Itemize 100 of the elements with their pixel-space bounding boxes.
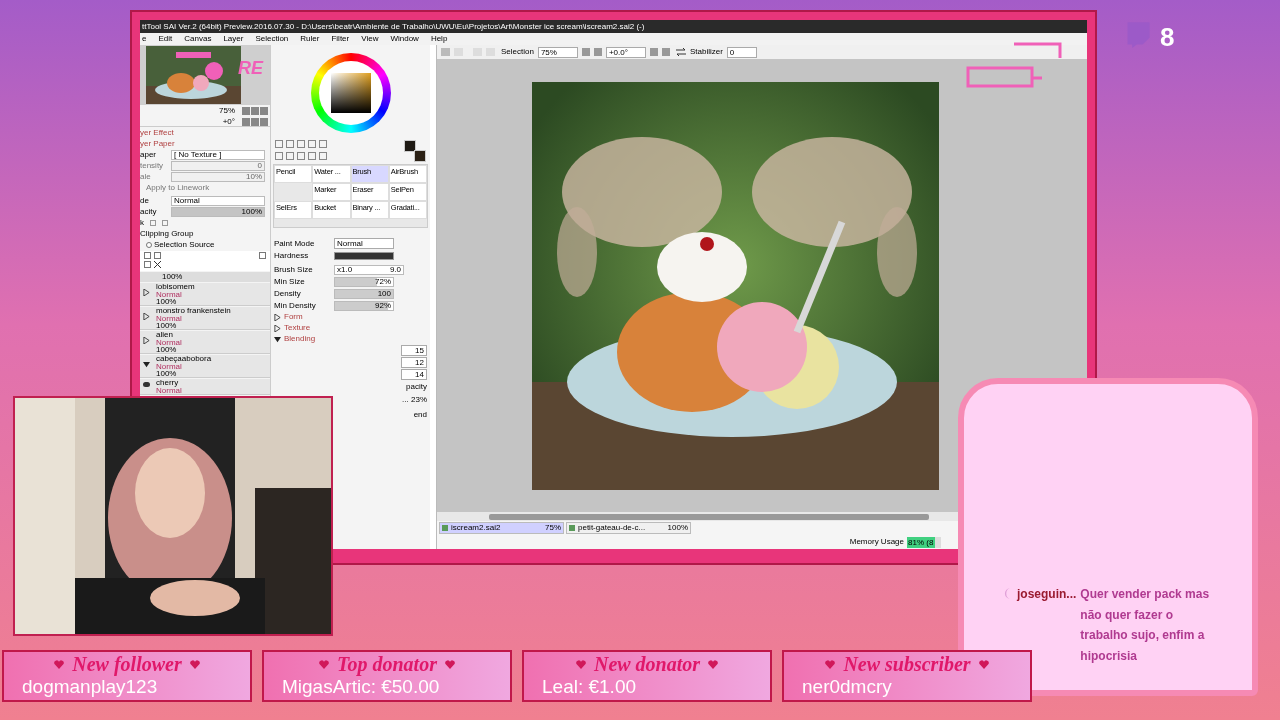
expand-arrow-icon[interactable] xyxy=(274,313,281,321)
memory-meter: 81% (8 xyxy=(907,536,941,548)
layer-mode: Normal xyxy=(156,290,183,298)
zoom-in-button[interactable] xyxy=(593,48,602,56)
alert-title: Top donator xyxy=(337,654,437,674)
stabilizer-dropdown[interactable]: 0 xyxy=(726,46,757,58)
heart-icon xyxy=(444,659,455,669)
zoom-dropdown[interactable]: 75% xyxy=(537,46,578,58)
zoom-out-button[interactable] xyxy=(581,48,590,56)
hardness-selector[interactable] xyxy=(334,251,394,260)
menu-item[interactable]: Selection xyxy=(255,33,289,45)
opacity-value: ... 23% xyxy=(402,394,427,406)
field-label: ale xyxy=(140,171,152,183)
heart-icon xyxy=(708,659,719,669)
menu-item[interactable]: e xyxy=(142,33,147,45)
layer-opacity: 100% xyxy=(156,298,178,305)
value-field[interactable]: 12 xyxy=(401,357,427,368)
section-header[interactable]: Blending xyxy=(284,333,316,345)
section-header[interactable]: Texture xyxy=(284,322,311,334)
field[interactable]: [ No Texture ] xyxy=(171,150,265,160)
window-title: ttTool SAI Ver.2 (64bit) Preview.2016.07.30 - D:\Users\beatr\Ambiente de Trabalho\UWU\Eu\Projetos\Art\Monster ice scream\iscream2.sai2 (-) xyxy=(140,20,1087,33)
slider[interactable]: 92% xyxy=(334,300,394,311)
alert-value: dogmanplay123 xyxy=(22,676,159,698)
alert-value: Leal: €1.00 xyxy=(542,676,638,698)
selection-source-radio[interactable]: Selection Source xyxy=(140,240,270,250)
section-header[interactable]: yer Effect xyxy=(140,128,270,138)
heart-icon xyxy=(978,659,989,669)
field-label: pacity xyxy=(406,381,427,393)
field-label: aper xyxy=(140,149,157,161)
brush-size-field[interactable]: x1.0 9.0 xyxy=(334,264,404,275)
alert-title: New subscriber xyxy=(843,654,971,674)
heart-icon xyxy=(319,659,330,669)
memory-usage-label: Memory Usage xyxy=(849,536,904,548)
layer-name: cabeçaabobora xyxy=(156,355,212,363)
menu-item[interactable]: Ruler xyxy=(300,33,320,45)
alert-title: New donator xyxy=(593,654,701,674)
heart-icon xyxy=(54,659,65,669)
value-field[interactable]: 15 xyxy=(401,345,427,356)
field-label: Paint Mode xyxy=(274,237,316,250)
menu-item[interactable]: Window xyxy=(390,33,419,45)
primary-color-swatch[interactable] xyxy=(404,140,416,152)
angle-value: +0° xyxy=(222,115,235,128)
field-label: end xyxy=(413,409,427,421)
heart-icon xyxy=(189,659,200,669)
slider[interactable]: 72% xyxy=(334,276,394,287)
menu-item[interactable]: Canvas xyxy=(184,33,212,45)
eye-icon[interactable] xyxy=(143,382,150,387)
expand-arrow-icon[interactable] xyxy=(143,313,150,320)
field-label: acity xyxy=(140,206,158,218)
field-label: Density xyxy=(274,287,302,300)
lock-label: k xyxy=(140,217,144,229)
opacity-slider[interactable]: 100% xyxy=(171,207,265,217)
paint-mode-dropdown[interactable]: Normal xyxy=(334,238,394,249)
section-header[interactable]: Form xyxy=(284,311,303,323)
menu-item[interactable]: Edit xyxy=(158,33,173,45)
layer-opacity: 100% xyxy=(156,370,178,377)
document-tab[interactable]: petit-gateau-de-c... 100% xyxy=(566,522,691,534)
field-label: Brush Size xyxy=(274,263,314,276)
scrollbar-thumb[interactable] xyxy=(489,513,929,520)
secondary-color-swatch[interactable] xyxy=(414,150,426,162)
expand-arrow-icon[interactable] xyxy=(143,289,150,296)
menu-item[interactable]: Help xyxy=(430,33,448,45)
layer-opacity: 100% xyxy=(156,322,178,329)
blend-mode-dropdown[interactable]: Normal xyxy=(171,196,265,206)
layer-opacity: 100% xyxy=(156,346,178,353)
slider[interactable]: 100 xyxy=(334,288,394,299)
layer-row[interactable]: cherry Normal xyxy=(140,379,270,395)
viewer-count: 8 xyxy=(1160,21,1175,54)
field-label: Hardness xyxy=(274,249,310,262)
menu-item[interactable]: Layer xyxy=(223,33,244,45)
collapse-arrow-icon[interactable] xyxy=(274,335,281,343)
chat-message: Quer vender pack mas não quer fazer o trabalho sujo, enfim a hipocrisia xyxy=(1080,586,1211,665)
expand-arrow-icon[interactable] xyxy=(143,337,150,344)
field-label: Min Size xyxy=(274,275,306,288)
field-label: Min Density xyxy=(274,299,317,312)
layer-mode: Normal xyxy=(156,386,182,394)
flip-icon[interactable] xyxy=(675,48,686,56)
layer-name: cherry xyxy=(156,379,180,387)
apply-to-linework-option[interactable]: Apply to Linework xyxy=(140,183,270,193)
color-picker-square[interactable] xyxy=(330,72,371,113)
layer-name: monstro frankenstein xyxy=(156,307,231,315)
alert-title: New follower xyxy=(72,654,182,674)
angle-dropdown[interactable]: +0.0° xyxy=(605,46,646,58)
layer-name: lobisomem xyxy=(156,283,195,291)
selection-toggle[interactable]: Selection xyxy=(501,46,534,58)
expand-arrow-icon[interactable] xyxy=(274,324,281,332)
clipping-group-checkbox[interactable]: Clipping Group xyxy=(140,229,270,239)
layer-mode: Normal xyxy=(156,338,182,346)
collapse-arrow-icon[interactable] xyxy=(143,361,150,368)
chat-username: joseguin... xyxy=(1017,586,1077,603)
value-field[interactable]: 14 xyxy=(401,369,427,380)
document-tab[interactable]: iscream2.sai2 75% xyxy=(439,522,564,534)
alert-value: MigasArtic: €50.00 xyxy=(282,676,441,698)
field-label: tensity xyxy=(140,160,165,172)
alert-value: ner0dmcry xyxy=(802,676,893,698)
menu-item[interactable]: View xyxy=(361,33,379,45)
menu-item[interactable]: Filter xyxy=(331,33,350,45)
layer-mode: Normal xyxy=(156,314,183,322)
delete-icon[interactable] xyxy=(154,261,161,268)
section-header[interactable]: yer Paper xyxy=(140,139,270,149)
